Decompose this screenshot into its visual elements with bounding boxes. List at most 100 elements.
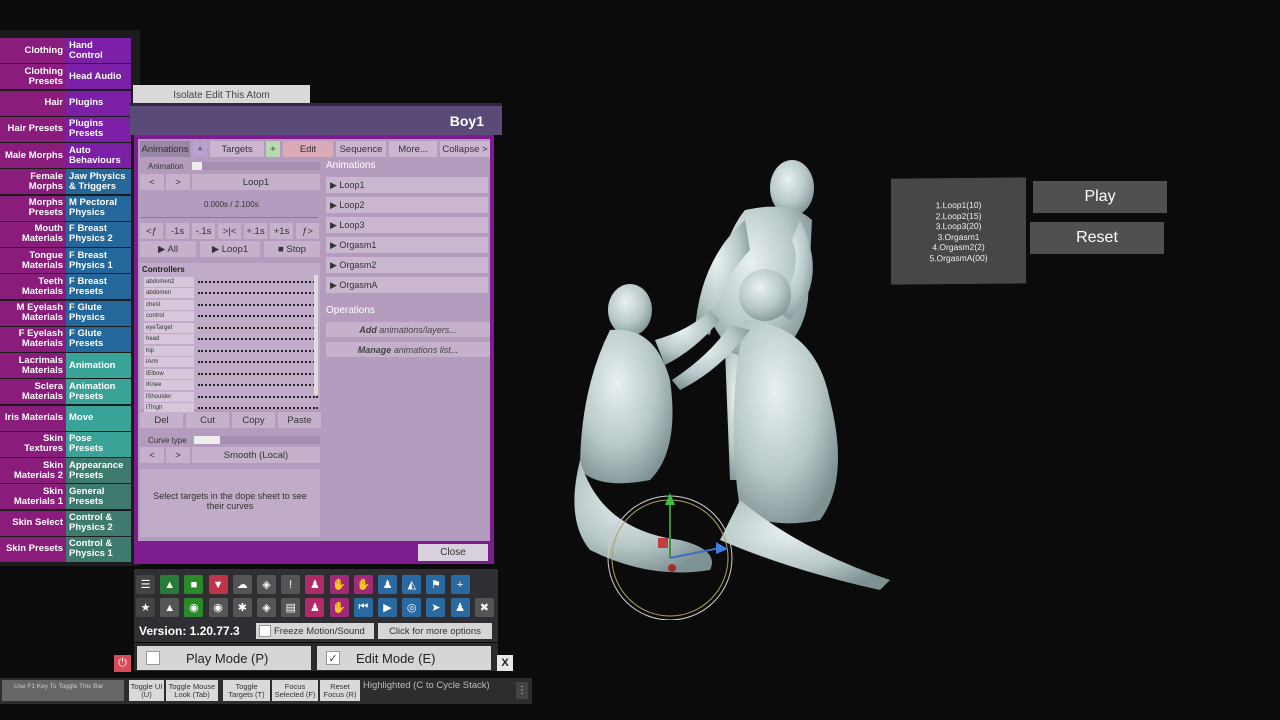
keyframe-dots[interactable] [198, 280, 318, 283]
more-options-button[interactable]: Click for more options [378, 623, 492, 639]
controller-row[interactable]: lArm [144, 357, 318, 369]
category-right-13[interactable]: Animation Presets [66, 379, 131, 405]
play-loop-button[interactable]: ▶ Loop1 [200, 241, 260, 257]
category-right-14[interactable]: Move [66, 405, 131, 431]
controller-row[interactable]: head [144, 334, 318, 346]
category-left-8[interactable]: Tongue Materials [0, 248, 66, 273]
package-icon[interactable]: ◈ [257, 575, 276, 594]
category-right-7[interactable]: F Breast Physics 2 [66, 221, 131, 247]
curve-type-slider-track[interactable] [220, 436, 320, 444]
plus-icon[interactable]: + [450, 575, 470, 594]
step-button-1[interactable]: -1s [166, 223, 189, 239]
controller-row[interactable]: abdomen [144, 288, 318, 300]
save-icon[interactable]: ▼ [208, 575, 228, 594]
tools-icon[interactable]: ✖ [474, 598, 494, 617]
kebab-menu-icon[interactable]: ⋮ [516, 682, 528, 699]
category-right-9[interactable]: F Breast Presets [66, 274, 131, 300]
category-left-10[interactable]: M Eyelash Materials [0, 300, 66, 326]
category-left-14[interactable]: Iris Materials [0, 405, 66, 431]
play-icon[interactable]: ▶ [378, 598, 397, 617]
bottom-button-4[interactable]: Reset Focus (R) [320, 680, 360, 701]
category-left-12[interactable]: Lacrimals Materials [0, 353, 66, 378]
step-button-4[interactable]: +.1s [244, 223, 267, 239]
edit-button-del[interactable]: Del [140, 412, 183, 428]
person-add-icon[interactable]: ♟ [305, 575, 325, 594]
cursor-icon[interactable]: ➤ [426, 598, 446, 617]
category-left-15[interactable]: Skin Textures [0, 431, 66, 457]
document-icon[interactable]: ▤ [281, 598, 301, 617]
animation-list-item[interactable]: ▶ Orgasm2 [326, 257, 488, 273]
curve-type-select[interactable]: Smooth (Local) [192, 447, 320, 463]
category-right-17[interactable]: General Presets [66, 484, 131, 510]
category-left-0[interactable]: Clothing [0, 38, 66, 63]
category-left-2[interactable]: Hair [0, 90, 66, 116]
category-left-11[interactable]: F Eyelash Materials [0, 326, 66, 352]
prev-curve-button[interactable]: < [140, 447, 164, 463]
animation-slider-track[interactable] [202, 162, 320, 170]
package-alt-icon[interactable]: ◈ [257, 598, 276, 617]
dope-sheet-scrollbar[interactable] [314, 275, 318, 395]
category-left-17[interactable]: Skin Materials 1 [0, 484, 66, 510]
hand-alt-icon[interactable]: ✋ [353, 575, 373, 594]
target-icon[interactable]: ◎ [402, 598, 422, 617]
animation-list-item[interactable]: ▶ Loop2 [326, 197, 488, 213]
category-right-2[interactable]: Plugins [66, 90, 131, 116]
category-right-11[interactable]: F Glute Presets [66, 326, 131, 352]
category-right-12[interactable]: Animation [66, 353, 131, 378]
unity-icon[interactable]: ◭ [402, 575, 422, 594]
camera-green-icon[interactable]: ◉ [184, 598, 204, 617]
cloud-upload-icon[interactable]: ☁ [232, 575, 252, 594]
play-mode-button[interactable]: Play Mode (P) [137, 646, 311, 670]
flag-icon[interactable]: ⚑ [426, 575, 446, 594]
category-left-7[interactable]: Mouth Materials [0, 221, 66, 247]
category-left-13[interactable]: Sclera Materials [0, 379, 66, 405]
controller-row[interactable]: lElbow [144, 368, 318, 380]
close-button[interactable]: Close [418, 544, 488, 561]
controller-row[interactable]: chest [144, 299, 318, 311]
freeze-checkbox[interactable] [259, 625, 271, 637]
category-left-4[interactable]: Male Morphs [0, 143, 66, 168]
keyframe-dots[interactable] [198, 372, 318, 375]
freeze-motion-toggle[interactable]: Freeze Motion/Sound [256, 623, 374, 639]
add-target-button[interactable]: + [266, 141, 280, 157]
play-all-button[interactable]: ▶ All [140, 241, 196, 257]
open-scene-icon[interactable]: ▲ [160, 575, 180, 594]
category-right-4[interactable]: Auto Behaviours [66, 143, 131, 168]
camera-icon[interactable]: ◉ [208, 598, 228, 617]
info-icon[interactable]: ! [281, 575, 301, 594]
keyframe-dots[interactable] [198, 326, 318, 329]
reset-button[interactable]: Reset [1030, 222, 1164, 254]
category-right-19[interactable]: Control & Physics 1 [66, 536, 131, 562]
edit-button-cut[interactable]: Cut [186, 412, 229, 428]
dope-sheet[interactable]: Controllers abdomen2 abdomen chest control e… [140, 263, 320, 414]
scene-figures[interactable] [560, 150, 920, 620]
tab-more[interactable]: More... [389, 141, 437, 157]
bottom-button-0[interactable]: Toggle UI (U) [129, 680, 164, 701]
edit-mode-button[interactable]: ✓ Edit Mode (E) [317, 646, 491, 670]
keyframe-dots[interactable] [198, 315, 318, 318]
keyframe-dots[interactable] [198, 395, 318, 398]
bottom-button-3[interactable]: Focus Selected (F) [272, 680, 318, 701]
category-left-18[interactable]: Skin Select [0, 510, 66, 536]
tab-sequence[interactable]: Sequence [336, 141, 386, 157]
tab-edit[interactable]: Edit [283, 141, 333, 157]
step-button-3[interactable]: >|< [218, 223, 241, 239]
category-right-10[interactable]: F Glute Physics [66, 300, 131, 326]
category-right-15[interactable]: Pose Presets [66, 431, 131, 457]
controller-row[interactable]: lKnee [144, 380, 318, 392]
hand-icon[interactable]: ✋ [329, 575, 349, 594]
step-button-6[interactable]: ƒ> [296, 223, 319, 239]
person-icon[interactable]: ♟ [378, 575, 397, 594]
keyframe-dots[interactable] [198, 292, 318, 295]
category-left-1[interactable]: Clothing Presets [0, 64, 66, 90]
manage-animations-button[interactable]: Manage animations list... [326, 342, 490, 357]
controller-row[interactable]: eyeTarget [144, 322, 318, 334]
step-button-0[interactable]: <ƒ [140, 223, 163, 239]
category-right-0[interactable]: Hand Control [66, 38, 131, 63]
keyframe-dots[interactable] [198, 303, 318, 306]
category-left-19[interactable]: Skin Presets [0, 536, 66, 562]
nodes-icon[interactable]: ✱ [232, 598, 252, 617]
close-x-button[interactable]: X [497, 655, 513, 671]
current-animation-select[interactable]: Loop1 [192, 174, 320, 190]
edit-scene-icon[interactable]: ▲ [160, 598, 180, 617]
